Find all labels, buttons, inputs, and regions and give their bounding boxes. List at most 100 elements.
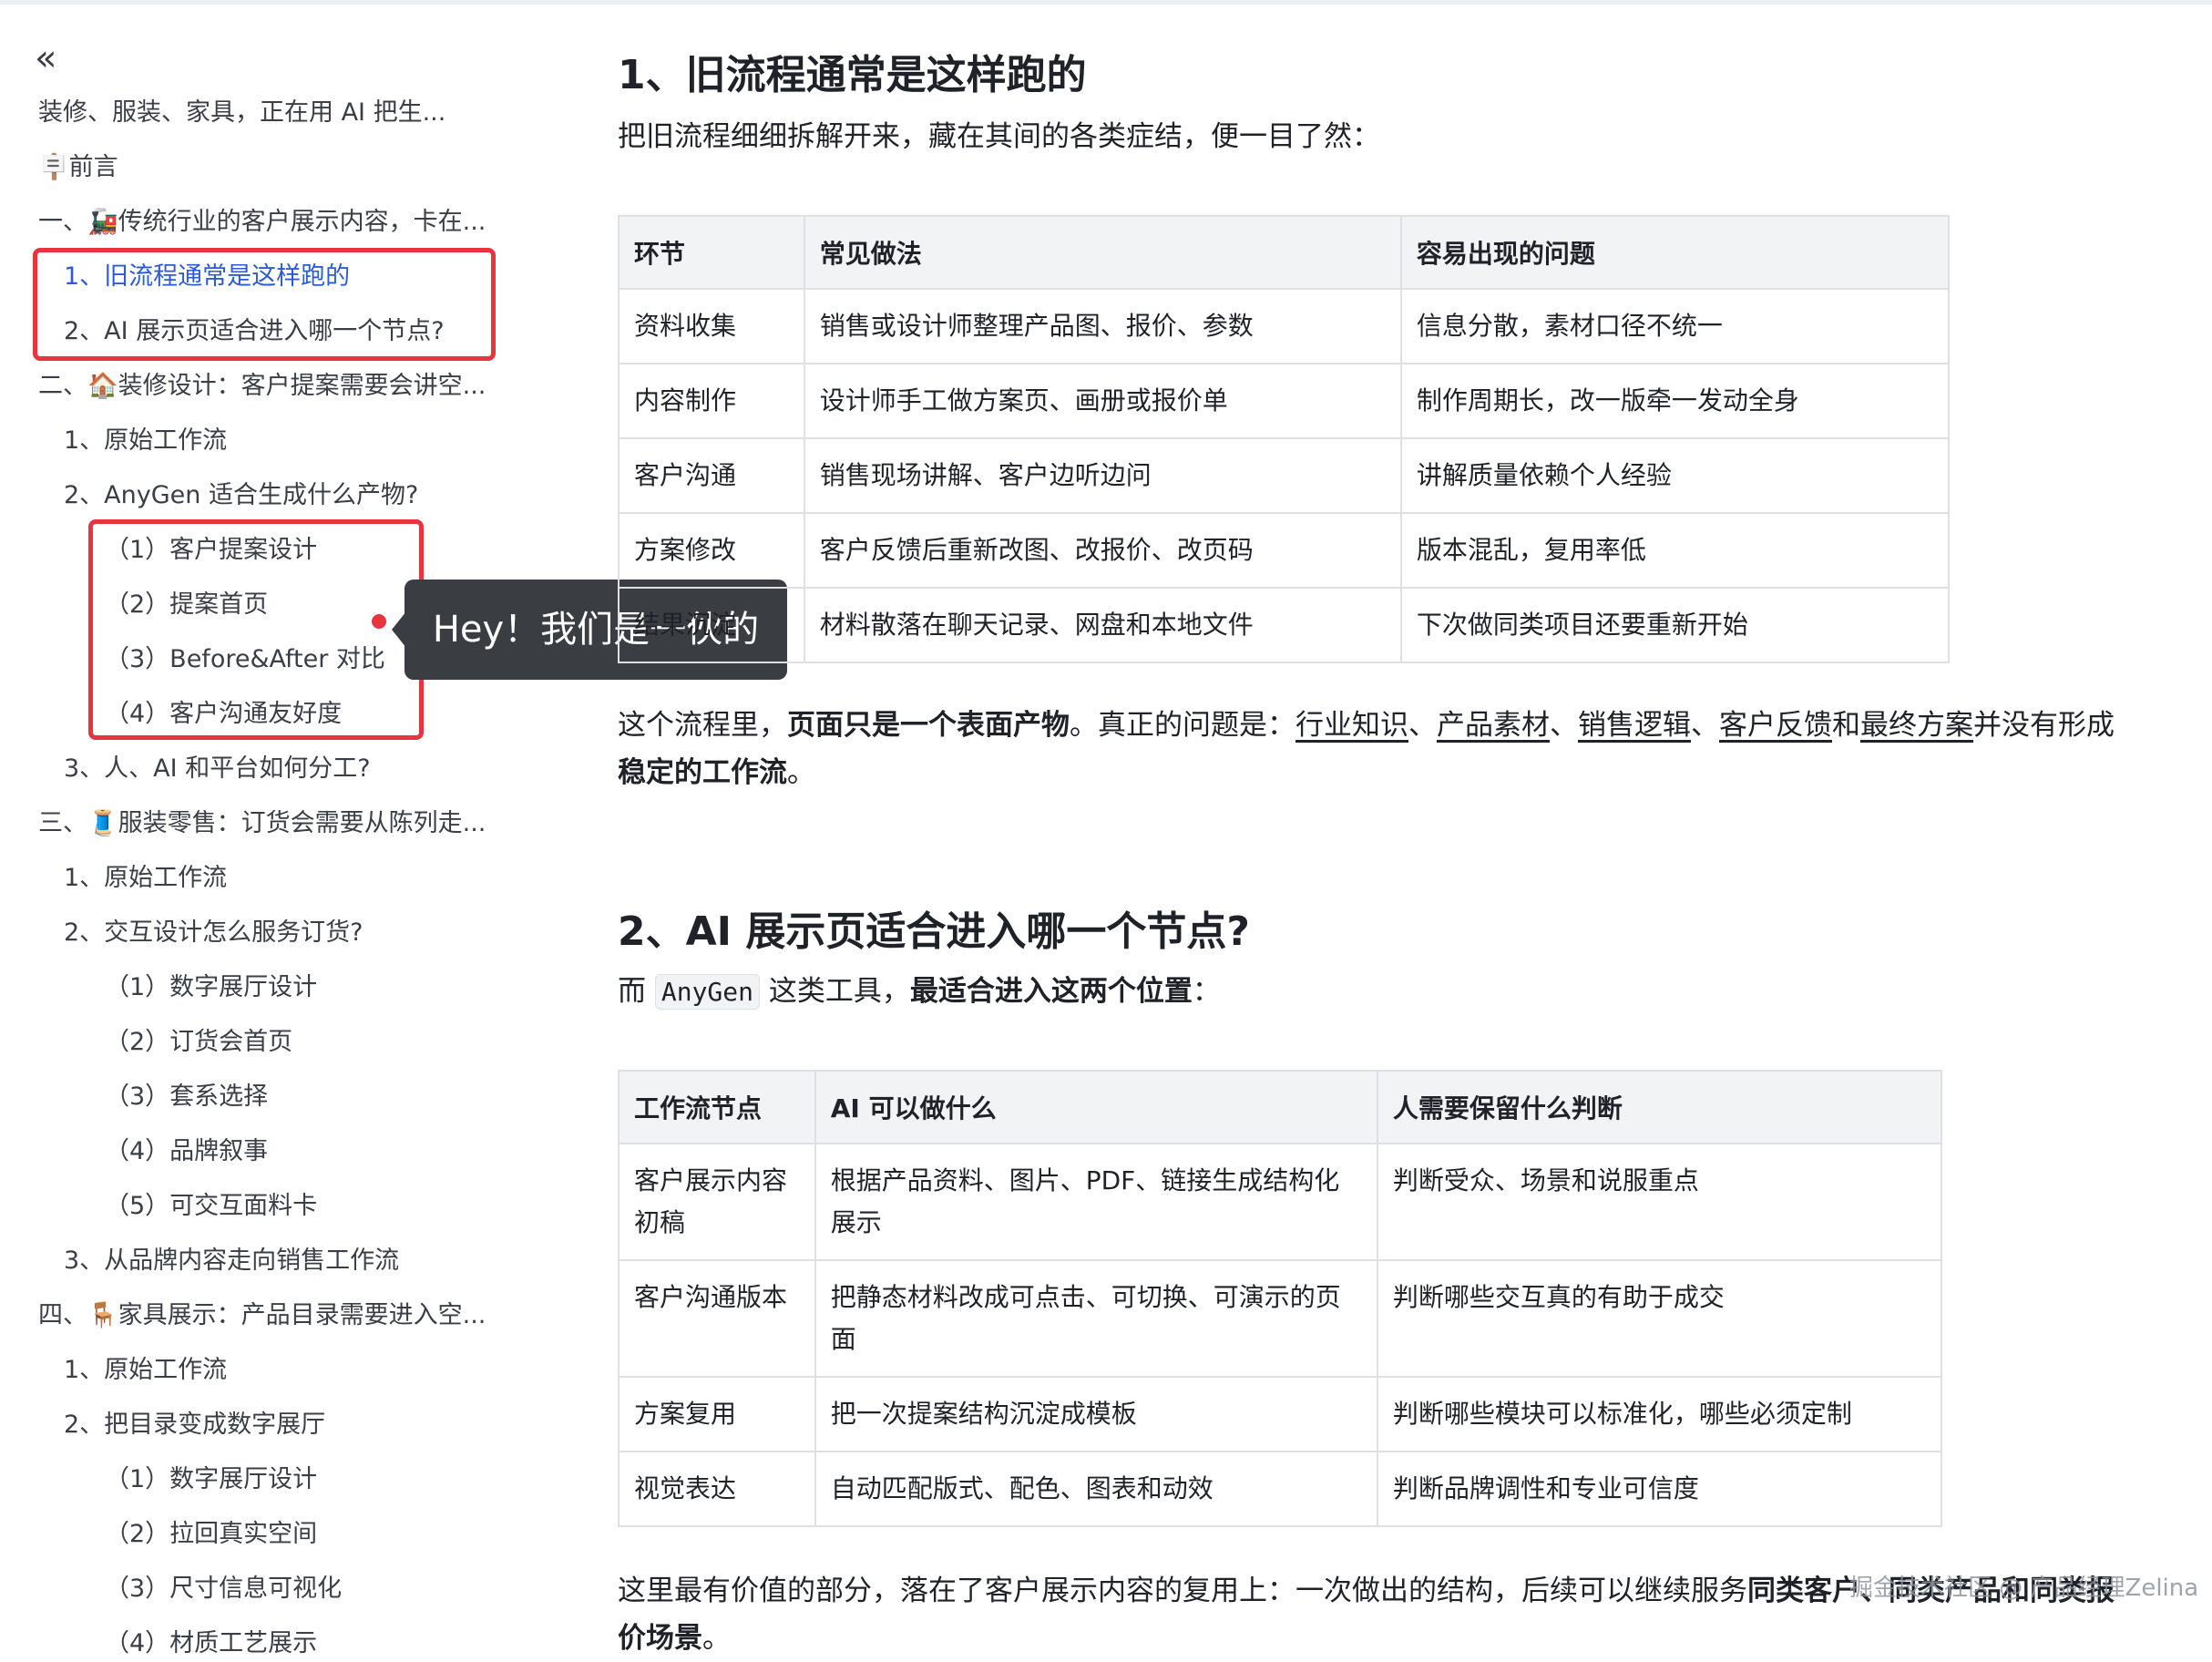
table-cell: 客户反馈后重新改图、改报价、改页码	[803, 512, 1402, 589]
toc-item[interactable]: （1）数字展厅设计	[105, 1462, 487, 1498]
toc-item[interactable]: 1、原始工作流	[64, 1352, 492, 1389]
table-row: 内容制作 设计师手工做方案页、画册或报价单 制作周期长，改一版牵一发动全身	[618, 363, 1951, 439]
toc-item[interactable]: （1）数字展厅设计	[105, 970, 487, 1006]
section-title-ai-node: 2、AI 展示页适合进入哪一个节点?	[618, 908, 1250, 955]
summary-underline: 行业知识	[1295, 709, 1408, 742]
toc-item[interactable]: （5）可交互面料卡	[105, 1188, 487, 1225]
closing-text: 。	[702, 1622, 731, 1655]
table-row: 客户展示内容初稿 根据产品资料、图片、PDF、链接生成结构化展示 判断受众、场景和说…	[618, 1143, 1943, 1261]
toc-sidebar: « 装修、服装、家具，正在用 AI 把生... 🪧前言一、🚂传统行业的客户展示内容…	[0, 0, 528, 1657]
summary-text: 、	[1408, 709, 1437, 742]
table-header-cell: 人需要保留什么判断	[1376, 1070, 1943, 1144]
table-cell: 把一次提案结构沉淀成模板	[814, 1376, 1378, 1452]
toc-item[interactable]: 3、从品牌内容走向销售工作流	[64, 1243, 492, 1279]
table-row: 方案修改 客户反馈后重新改图、改报价、改页码 版本混乱，复用率低	[618, 512, 1951, 589]
table-cell: 结果沉淀	[618, 587, 805, 663]
toc-item[interactable]: （4）材质工艺展示	[105, 1626, 487, 1662]
toc-item[interactable]: 四、🪑家具展示：产品目录需要进入空...	[38, 1298, 494, 1334]
highlight-box-section-one	[33, 248, 496, 361]
table-cell: 判断受众、场景和说服重点	[1376, 1143, 1943, 1261]
summary-text: 。	[787, 756, 815, 789]
table-cell: 视觉表达	[618, 1451, 816, 1527]
old-process-table: 环节 常见做法 容易出现的问题 资料收集 销售或设计师整理产品图、报价、参数 信息分散，…	[618, 215, 1951, 663]
table-cell: 材料散落在聊天记录、网盘和本地文件	[803, 587, 1402, 663]
intro-text: 这类工具，	[768, 975, 910, 1008]
summary-text: 和	[1832, 709, 1860, 742]
table-cell: 下次做同类项目还要重新开始	[1399, 587, 1951, 663]
watermark: 掘金技术社区 @ 产品经理Zelina	[1849, 1575, 2199, 1602]
table-row: 客户沟通 销售现场讲解、客户边听边问 讲解质量依赖个人经验	[618, 437, 1951, 514]
closing-text: 这里最有价值的部分，落在了客户展示内容的复用上：一次做出的结构，后续可以继续服务	[618, 1575, 1747, 1607]
table-header-cell: AI 可以做什么	[814, 1070, 1378, 1144]
toc-item[interactable]: （2）拉回真实空间	[105, 1516, 487, 1553]
summary-bold: 页面只是一个表面产物	[787, 709, 1070, 742]
toc-item[interactable]: （2）订货会首页	[105, 1024, 487, 1061]
table-row: 视觉表达 自动匹配版式、配色、图表和动效 判断品牌调性和专业可信度	[618, 1451, 1943, 1527]
section-intro-ai-node: 而 AnyGen 这类工具，最适合进入这两个位置：	[618, 968, 1221, 1016]
old-process-summary: 这个流程里，页面只是一个表面产物。真正的问题是：行业知识、产品素材、销售逻辑、客…	[618, 702, 2121, 796]
toc-item[interactable]: 三、🧵服装零售：订货会需要从陈列走...	[38, 805, 494, 842]
summary-bold: 稳定的工作流	[618, 756, 787, 789]
intro-text: ：	[1192, 975, 1221, 1008]
table-header-cell: 容易出现的问题	[1399, 215, 1951, 290]
summary-text: 、	[1550, 709, 1578, 742]
table-cell: 设计师手工做方案页、画册或报价单	[803, 363, 1402, 439]
toc-item[interactable]: 3、人、AI 和平台如何分工?	[64, 751, 492, 787]
table-cell: 内容制作	[618, 363, 805, 439]
toc-item[interactable]: 🪧前言	[38, 149, 494, 186]
table-cell: 资料收集	[618, 288, 805, 364]
anygen-inline-code: AnyGen	[654, 974, 761, 1010]
toc-item[interactable]: 二、🏠装修设计：客户提案需要会讲空...	[38, 368, 494, 405]
summary-underline: 客户反馈	[1719, 709, 1832, 742]
intro-bold: 最适合进入这两个位置	[909, 975, 1193, 1008]
table-cell: 版本混乱，复用率低	[1399, 512, 1951, 589]
table-cell: 客户沟通	[618, 437, 805, 514]
table-cell: 判断哪些模块可以标准化，哪些必须定制	[1376, 1376, 1943, 1452]
toc-item[interactable]: （3）尺寸信息可视化	[105, 1571, 487, 1607]
summary-text: 、	[1691, 709, 1719, 742]
table-row: 结果沉淀 材料散落在聊天记录、网盘和本地文件 下次做同类项目还要重新开始	[618, 587, 1951, 663]
collapse-sidebar-icon[interactable]: «	[35, 40, 56, 77]
toc-item[interactable]: 2、AnyGen 适合生成什么产物?	[64, 477, 492, 514]
table-header-cell: 环节	[618, 215, 805, 290]
summary-underline: 销售逻辑	[1578, 709, 1691, 742]
section-title-old-process: 1、旧流程通常是这样跑的	[618, 52, 1087, 98]
summary-underline: 产品素材	[1437, 709, 1550, 742]
table-cell: 自动匹配版式、配色、图表和动效	[814, 1451, 1378, 1527]
table-cell: 制作周期长，改一版牵一发动全身	[1399, 363, 1951, 439]
toc-item[interactable]: 1、原始工作流	[64, 860, 492, 897]
table-row: 资料收集 销售或设计师整理产品图、报价、参数 信息分散，素材口径不统一	[618, 288, 1951, 364]
summary-text: 。真正的问题是：	[1070, 709, 1295, 742]
table-cell: 判断哪些交互真的有助于成交	[1376, 1259, 1943, 1378]
table-row: 客户沟通版本 把静态材料改成可点击、可切换、可演示的页面 判断哪些交互真的有助于成交	[618, 1259, 1943, 1378]
toc-item[interactable]: （3）套系选择	[105, 1079, 487, 1115]
table-cell: 方案修改	[618, 512, 805, 589]
toc-item[interactable]: 2、交互设计怎么服务订货?	[64, 915, 492, 951]
table-cell: 方案复用	[618, 1376, 816, 1452]
table-cell: 销售或设计师整理产品图、报价、参数	[803, 288, 1402, 364]
table-header-cell: 工作流节点	[618, 1070, 816, 1144]
ai-node-table: 工作流节点 AI 可以做什么 人需要保留什么判断 客户展示内容初稿 根据产品资料、图片…	[618, 1070, 1943, 1527]
summary-underline: 最终方案	[1860, 709, 1973, 742]
tooltip-anchor-dot	[372, 614, 386, 629]
toc-item[interactable]: 一、🚂传统行业的客户展示内容，卡在...	[38, 204, 494, 241]
table-cell: 根据产品资料、图片、PDF、链接生成结构化展示	[814, 1143, 1378, 1261]
table-row: 方案复用 把一次提案结构沉淀成模板 判断哪些模块可以标准化，哪些必须定制	[618, 1376, 1943, 1452]
toc-item[interactable]: （4）品牌叙事	[105, 1134, 487, 1170]
table-cell: 销售现场讲解、客户边听边问	[803, 437, 1402, 514]
table-cell: 讲解质量依赖个人经验	[1399, 437, 1951, 514]
table-cell: 信息分散，素材口径不统一	[1399, 288, 1951, 364]
table-cell: 判断品牌调性和专业可信度	[1376, 1451, 1943, 1527]
highlight-box-anygen-subitems	[88, 519, 424, 740]
toc-item[interactable]: 2、把目录变成数字展厅	[64, 1407, 492, 1443]
summary-text: 并没有形成	[1973, 709, 2115, 742]
section-intro-old-process: 把旧流程细细拆解开来，藏在其间的各类症结，便一目了然：	[618, 120, 1380, 153]
table-header-cell: 常见做法	[803, 215, 1402, 290]
summary-text: 这个流程里，	[618, 709, 787, 742]
table-cell: 把静态材料改成可点击、可切换、可演示的页面	[814, 1259, 1378, 1378]
table-cell: 客户沟通版本	[618, 1259, 816, 1378]
intro-text: 而	[618, 975, 646, 1008]
toc-item[interactable]: 装修、服装、家具，正在用 AI 把生...	[38, 95, 494, 131]
toc-item[interactable]: 1、原始工作流	[64, 423, 492, 459]
table-cell: 客户展示内容初稿	[618, 1143, 816, 1261]
